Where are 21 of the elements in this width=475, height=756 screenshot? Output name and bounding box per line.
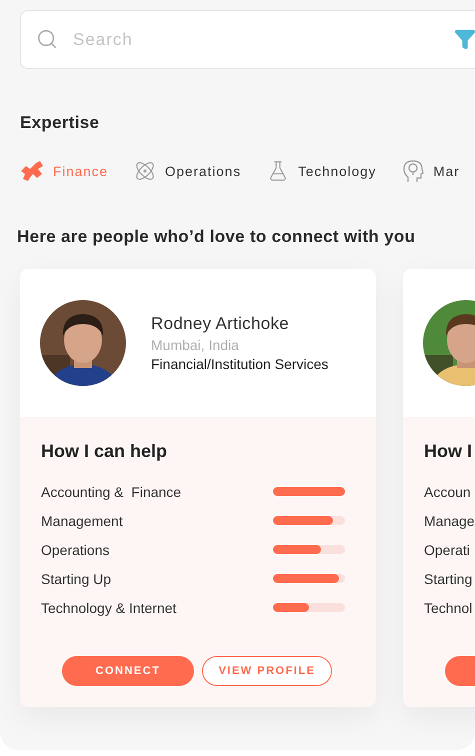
skill-label: Operati bbox=[424, 542, 470, 558]
skill-label: Starting bbox=[424, 570, 472, 586]
help-title: How I bbox=[424, 441, 473, 462]
skill-label: Starting Up bbox=[41, 570, 112, 586]
skill-label: Technol bbox=[424, 600, 472, 616]
category-tab[interactable]: Mar bbox=[402, 159, 460, 183]
category-tab[interactable]: Operations bbox=[134, 159, 242, 183]
person-name: Rodney Artichoke bbox=[151, 314, 290, 334]
category-tab[interactable]: Technology bbox=[267, 159, 376, 183]
skill-label: Operations bbox=[41, 542, 110, 558]
person-industry: Financial/Institution Services bbox=[151, 356, 328, 372]
skill-label: Accoun bbox=[424, 484, 471, 500]
person-location: Mumbai, India bbox=[151, 337, 240, 353]
skill-label: Management bbox=[41, 512, 123, 528]
skill-label: Manage bbox=[424, 512, 475, 528]
skill-label: Technology & Internet bbox=[41, 600, 176, 616]
section-title: Here are people who’d love to connect with you bbox=[17, 227, 416, 247]
section-title: Expertise bbox=[20, 113, 100, 133]
help-title: How I can help bbox=[41, 441, 168, 462]
skill-label: Accounting & Finance bbox=[41, 484, 182, 500]
search-field[interactable]: Search bbox=[20, 10, 475, 69]
